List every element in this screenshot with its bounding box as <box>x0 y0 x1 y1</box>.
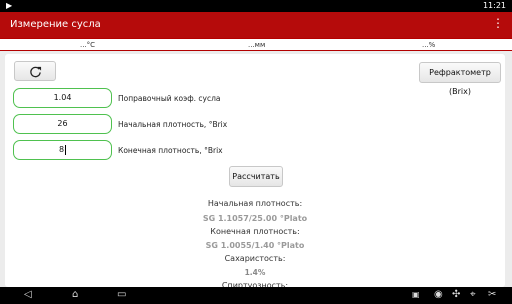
sugar-result-label: Сахаристость: <box>224 254 286 263</box>
units-bar: ...°C ...мм ...% <box>0 38 512 51</box>
original-gravity-label: Начальная плотность, °Brix <box>118 120 228 129</box>
app-notification-icon: ▶ <box>6 1 13 10</box>
home-icon[interactable]: ⌂ <box>72 289 78 301</box>
back-icon[interactable]: ◁ <box>24 289 32 301</box>
percent-unit: ...% <box>422 41 436 49</box>
compass-icon[interactable]: ✣ <box>452 289 460 301</box>
refresh-button[interactable] <box>14 61 56 81</box>
main-card: Рефрактометр (Brix) 1.04 Поправочный коэ… <box>5 54 505 290</box>
screenshot-icon[interactable]: ▣ <box>412 289 420 301</box>
final-gravity-input[interactable]: 8 <box>13 140 112 160</box>
app-bar: Измерение сусла ⋮ <box>0 12 512 38</box>
recent-apps-icon[interactable]: ▭ <box>117 289 126 301</box>
temperature-unit: ...°C <box>80 41 96 49</box>
eye-icon[interactable]: ◉ <box>434 289 443 301</box>
original-gravity-input[interactable]: 26 <box>13 114 112 134</box>
calculate-button[interactable]: Рассчитать <box>229 166 283 187</box>
fg-result-label: Конечная плотность: <box>210 227 300 236</box>
page-title: Измерение сусла <box>10 19 101 30</box>
overflow-menu-icon[interactable]: ⋮ <box>492 17 504 29</box>
correction-coefficient-label: Поправочный коэф. сусла <box>118 94 221 103</box>
refresh-icon <box>30 66 42 78</box>
refractometer-button[interactable]: Рефрактометр (Brix) <box>419 62 501 96</box>
correction-coefficient-input[interactable]: 1.04 <box>13 88 112 108</box>
correction-coefficient-value: 1.04 <box>53 93 72 102</box>
sugar-result-value: 1.4% <box>244 268 266 277</box>
og-result-label: Начальная плотность: <box>207 199 303 208</box>
original-gravity-value: 26 <box>57 119 68 128</box>
fg-result-value: SG 1.0055/1.40 °Plato <box>205 241 305 250</box>
og-result-value: SG 1.1057/25.00 °Plato <box>202 214 308 223</box>
length-unit: ...мм <box>248 41 266 49</box>
final-gravity-label: Конечная плотность, °Brix <box>118 146 223 155</box>
status-bar: ▶ 11:21 <box>0 0 512 12</box>
cut-icon[interactable]: ✂ <box>488 289 496 301</box>
text-cursor <box>65 144 67 155</box>
status-time: 11:21 <box>482 1 506 10</box>
location-icon[interactable]: ⌖ <box>470 289 476 301</box>
final-gravity-value: 8 <box>58 145 65 154</box>
navigation-bar: ◁ ⌂ ▭ ▣ ◉ ✣ ⌖ ✂ <box>0 287 512 304</box>
